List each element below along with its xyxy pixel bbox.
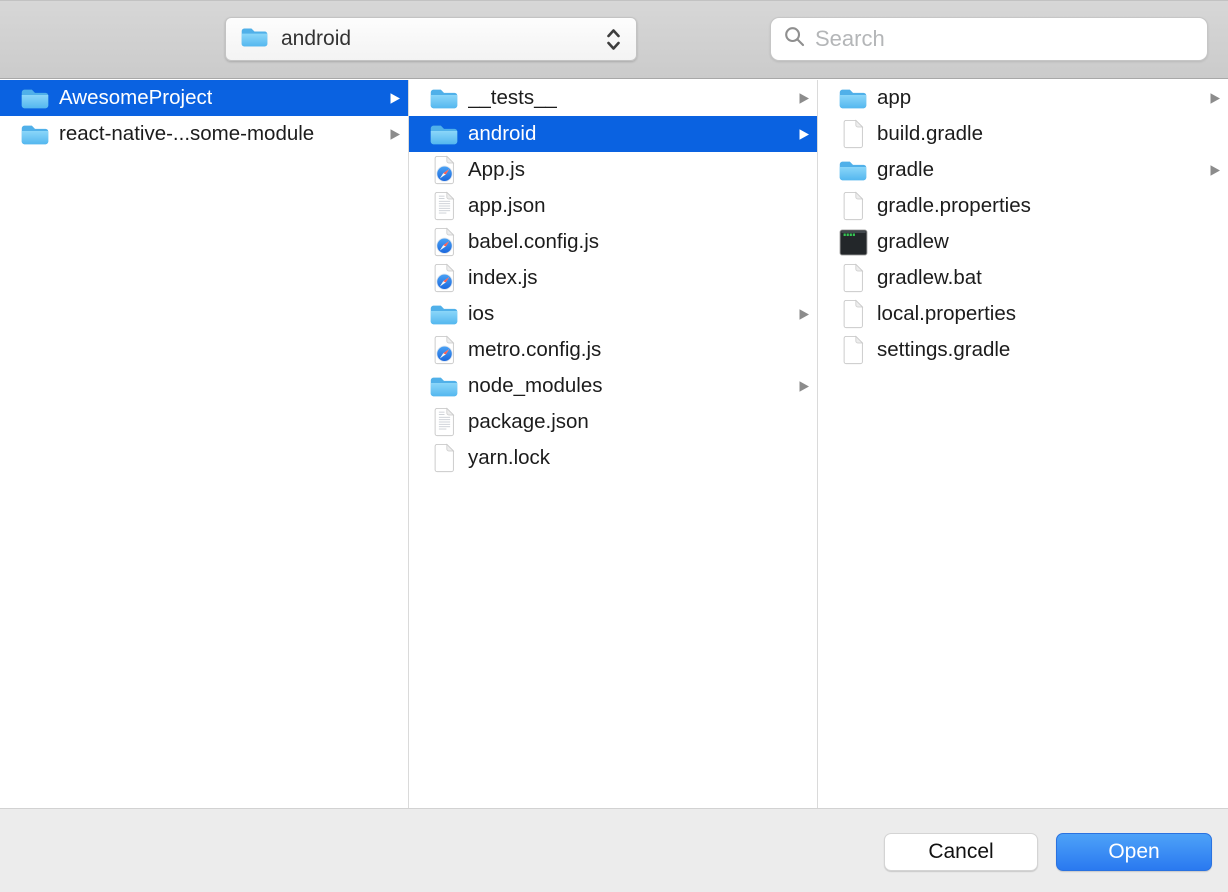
js-file-icon: [428, 263, 460, 293]
file-row[interactable]: build.gradle: [818, 116, 1228, 152]
folder-row[interactable]: ios: [409, 296, 817, 332]
folder-row[interactable]: node_modules: [409, 368, 817, 404]
folder-icon: [19, 122, 51, 147]
file-label: AwesomeProject: [59, 86, 212, 110]
file-label: package.json: [468, 410, 589, 434]
file-label: node_modules: [468, 374, 603, 398]
js-file-icon: [428, 335, 460, 365]
file-browser: AwesomeProject react-native-...some-modul…: [0, 80, 1228, 808]
folder-row[interactable]: android: [409, 116, 817, 152]
js-file-icon: [428, 155, 460, 185]
file-label: gradle.properties: [877, 194, 1031, 218]
folder-icon: [428, 122, 460, 147]
dialog-toolbar: android: [0, 0, 1228, 79]
file-label: __tests__: [468, 86, 557, 110]
disclosure-triangle-icon: [389, 92, 401, 105]
file-row[interactable]: package.json: [409, 404, 817, 440]
folder-row[interactable]: __tests__: [409, 80, 817, 116]
disclosure-triangle-icon: [798, 128, 810, 141]
folder-row[interactable]: AwesomeProject: [0, 80, 408, 116]
file-row[interactable]: babel.config.js: [409, 224, 817, 260]
folder-row[interactable]: app: [818, 80, 1228, 116]
blank-file-icon: [837, 119, 869, 149]
column-1: AwesomeProject react-native-...some-modul…: [0, 80, 408, 808]
blank-file-icon: [428, 443, 460, 473]
search-icon: [784, 26, 805, 52]
file-row[interactable]: app.json: [409, 188, 817, 224]
js-file-icon: [428, 227, 460, 257]
file-label: settings.gradle: [877, 338, 1010, 362]
search-input[interactable]: [815, 26, 1175, 52]
file-label: index.js: [468, 266, 538, 290]
disclosure-triangle-icon: [798, 308, 810, 321]
file-label: gradlew.bat: [877, 266, 982, 290]
file-label: local.properties: [877, 302, 1016, 326]
file-label: babel.config.js: [468, 230, 599, 254]
location-dropdown-label: android: [281, 27, 351, 51]
file-row[interactable]: yarn.lock: [409, 440, 817, 476]
file-label: build.gradle: [877, 122, 983, 146]
cancel-button[interactable]: Cancel: [884, 833, 1038, 871]
file-label: gradlew: [877, 230, 949, 254]
file-row[interactable]: App.js: [409, 152, 817, 188]
disclosure-triangle-icon: [389, 128, 401, 141]
open-button[interactable]: Open: [1056, 833, 1212, 871]
file-row[interactable]: gradle.properties: [818, 188, 1228, 224]
folder-icon: [837, 86, 869, 111]
folder-icon: [428, 86, 460, 111]
disclosure-triangle-icon: [798, 380, 810, 393]
file-label: yarn.lock: [468, 446, 550, 470]
disclosure-triangle-icon: [1209, 164, 1221, 177]
file-row[interactable]: settings.gradle: [818, 332, 1228, 368]
file-row[interactable]: index.js: [409, 260, 817, 296]
file-row[interactable]: gradlew: [818, 224, 1228, 260]
open-file-dialog: android AwesomeProject react-native-...so…: [0, 0, 1228, 892]
column-3: app build.gradle gradle gradle.properties gr…: [818, 80, 1228, 808]
file-label: App.js: [468, 158, 525, 182]
chevron-up-down-icon: [605, 26, 622, 53]
blank-file-icon: [837, 191, 869, 221]
file-row[interactable]: local.properties: [818, 296, 1228, 332]
file-label: app.json: [468, 194, 546, 218]
folder-icon: [19, 86, 51, 111]
column-2: __tests__android App.js app.json babel.conf…: [409, 80, 817, 808]
file-label: android: [468, 122, 536, 146]
blank-file-icon: [837, 263, 869, 293]
file-label: ios: [468, 302, 494, 326]
file-label: gradle: [877, 158, 934, 182]
disclosure-triangle-icon: [798, 92, 810, 105]
text-file-icon: [428, 407, 460, 437]
dialog-footer: Cancel Open: [0, 808, 1228, 892]
disclosure-triangle-icon: [1209, 92, 1221, 105]
blank-file-icon: [837, 335, 869, 365]
folder-icon: [837, 158, 869, 183]
file-label: app: [877, 86, 911, 110]
folder-icon: [428, 302, 460, 327]
blank-file-icon: [837, 299, 869, 329]
folder-icon: [240, 25, 269, 54]
search-field[interactable]: [770, 17, 1208, 61]
folder-icon: [428, 374, 460, 399]
folder-row[interactable]: react-native-...some-module: [0, 116, 408, 152]
executable-icon: [837, 229, 869, 256]
file-row[interactable]: metro.config.js: [409, 332, 817, 368]
file-row[interactable]: gradlew.bat: [818, 260, 1228, 296]
text-file-icon: [428, 191, 460, 221]
folder-row[interactable]: gradle: [818, 152, 1228, 188]
file-label: metro.config.js: [468, 338, 601, 362]
location-dropdown[interactable]: android: [225, 17, 637, 61]
file-label: react-native-...some-module: [59, 122, 314, 146]
